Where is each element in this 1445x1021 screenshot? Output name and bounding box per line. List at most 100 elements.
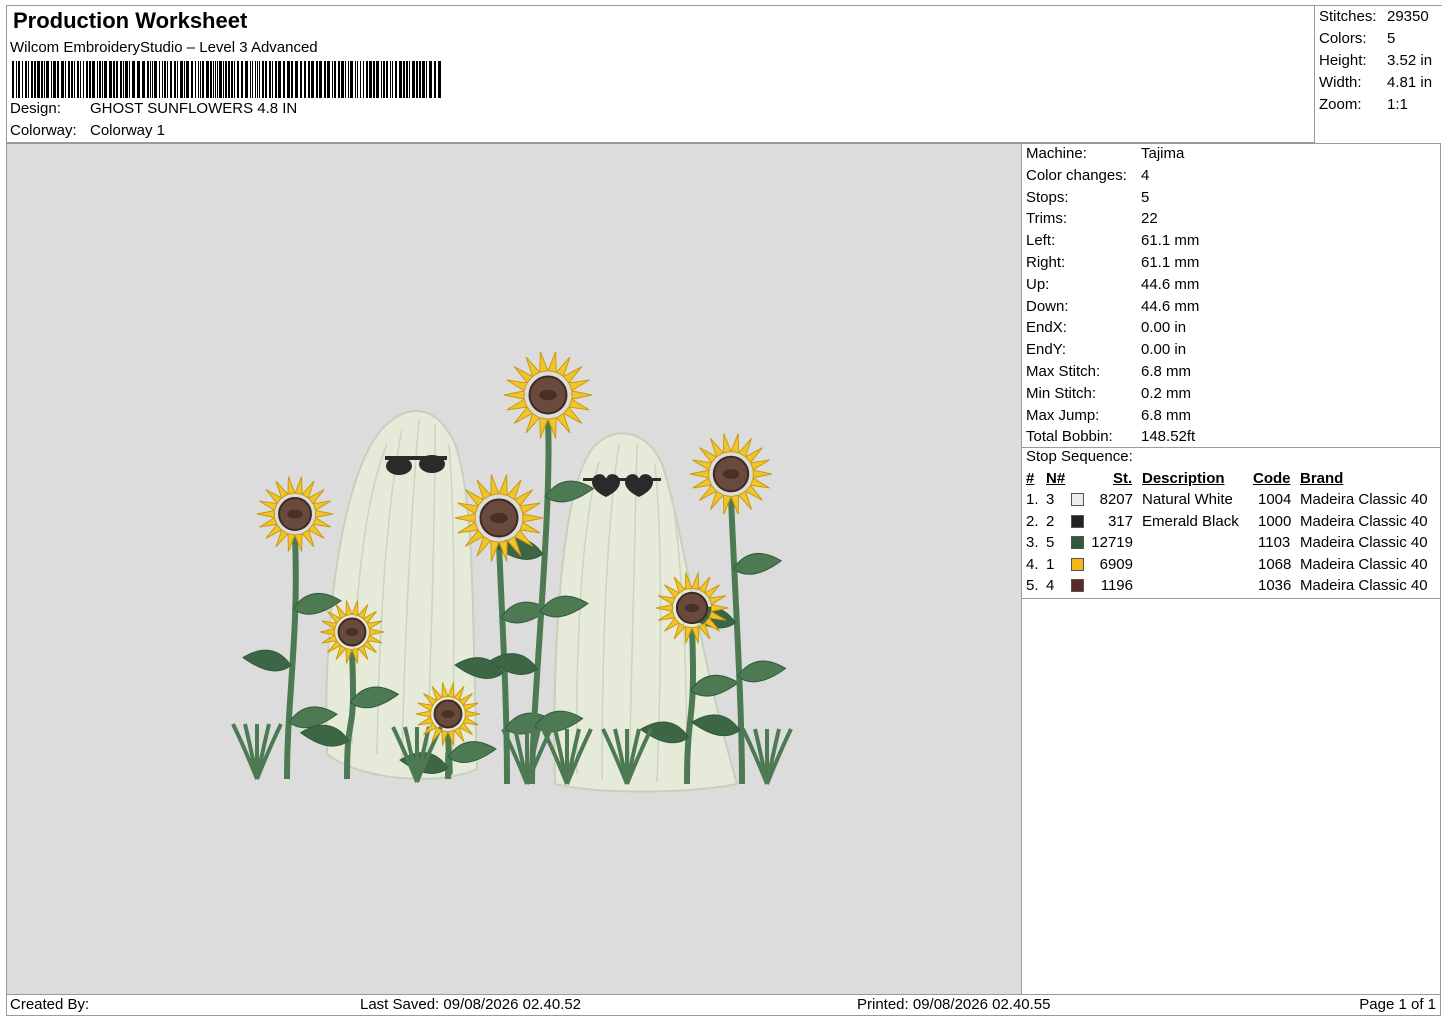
stop-code: 1004 — [1258, 491, 1292, 508]
design-name: GHOST SUNFLOWERS 4.8 IN — [90, 100, 298, 117]
barcode-bar — [132, 61, 135, 98]
petal — [539, 351, 549, 373]
color-swatch — [1071, 536, 1084, 550]
stop-needle: 4 — [1046, 577, 1055, 595]
petal — [259, 516, 278, 528]
col-header-index: # — [1026, 470, 1035, 487]
stop-brand: Madeira Classic 40 — [1300, 534, 1428, 552]
info-label: EndX: — [1026, 319, 1067, 337]
petal — [568, 379, 590, 392]
stop-stitches: 8207 — [1099, 491, 1133, 508]
petal — [275, 529, 289, 548]
barcode-bar — [419, 61, 421, 98]
barcode-bar — [12, 61, 14, 98]
barcode-bar — [80, 61, 81, 98]
barcode-bar — [366, 61, 368, 98]
barcode-bar — [341, 61, 344, 98]
barcode-bar — [68, 61, 70, 98]
col-header-code: Code — [1253, 470, 1291, 487]
barcode-bar — [219, 61, 222, 98]
barcode-bar — [167, 61, 168, 98]
stitches-row: Stitches: 29350 — [1319, 8, 1429, 25]
barcode-bar — [31, 61, 33, 98]
barcode-bar — [86, 61, 88, 98]
stop-brand: Madeira Classic 40 — [1300, 555, 1428, 573]
design-row: Design: GHOST SUNFLOWERS 4.8 IN — [10, 100, 297, 117]
info-value: 6.8 mm — [1141, 363, 1192, 380]
colorway-name: Colorway 1 — [90, 122, 166, 139]
barcode-bar — [319, 61, 322, 98]
barcode-bar — [272, 61, 273, 98]
width-row: Width: 4.81 in — [1319, 74, 1432, 91]
zoom-row: Zoom: 1:1 — [1319, 96, 1408, 113]
info-value: 6.8 mm — [1141, 406, 1192, 424]
petal — [519, 502, 541, 515]
height-row: Height: 3.52 in — [1319, 52, 1432, 69]
barcode-bar — [434, 61, 436, 98]
barcode-bar — [150, 61, 151, 98]
stem — [284, 536, 299, 780]
barcode-bar — [129, 61, 130, 98]
barcode-bar — [234, 61, 235, 98]
barcode-bar — [231, 61, 233, 98]
created-by: Created By: — [10, 996, 90, 1013]
barcode-bar — [308, 61, 310, 98]
info-label: Left: — [1026, 232, 1056, 250]
barcode-bar — [71, 61, 73, 98]
petal — [319, 628, 336, 636]
stop-needle: 5 — [1046, 534, 1055, 552]
info-row: Max Jump: 6.8 mm — [1026, 407, 1191, 424]
barcode-bar — [215, 61, 216, 98]
petal — [301, 529, 315, 548]
info-row: Right: 61.1 mm — [1026, 254, 1199, 271]
barcode-bar — [159, 61, 160, 98]
color-swatch — [1071, 493, 1084, 506]
barcode-bar — [386, 61, 388, 98]
info-value: 4 — [1141, 166, 1150, 184]
petal — [738, 438, 752, 458]
stop-code: 1103 — [1258, 534, 1291, 552]
barcode-bar — [83, 61, 84, 98]
barcode-bar — [28, 61, 29, 98]
barcode-bar — [44, 61, 45, 98]
barcode-bar — [412, 61, 415, 98]
barcode-bar — [426, 61, 427, 98]
stop-sequence-title: Stop Sequence: — [1026, 448, 1133, 465]
barcode-bar — [223, 61, 224, 98]
barcode-bar — [37, 61, 40, 98]
stop-code: 1000 — [1258, 512, 1292, 530]
petal — [689, 469, 710, 479]
petal — [571, 390, 593, 400]
barcode-bar — [255, 61, 256, 98]
info-label: Right: — [1026, 254, 1066, 271]
info-value: Tajima — [1141, 145, 1185, 162]
barcode-bar — [399, 61, 402, 98]
barcode-bar — [162, 61, 163, 98]
barcode-bar — [57, 61, 59, 98]
barcode-bar — [152, 61, 153, 98]
design-label: Design: — [10, 100, 61, 117]
barcode-bar — [269, 61, 271, 98]
barcode-bar — [257, 61, 258, 98]
col-header-stitches: St. — [1113, 470, 1133, 487]
info-row: Min Stitch: 0.2 mm — [1026, 385, 1191, 402]
design-preview — [6, 143, 1022, 995]
petal — [708, 595, 727, 606]
barcode-bar — [65, 61, 66, 98]
barcode-bar — [51, 61, 52, 98]
barcode-bar — [34, 61, 36, 98]
stitches-value: 29350 — [1387, 8, 1429, 25]
petal — [490, 474, 500, 496]
petal — [287, 476, 296, 495]
colors-label: Colors: — [1319, 30, 1367, 47]
petal — [555, 412, 571, 434]
info-value: 0.00 in — [1141, 341, 1187, 359]
barcode-bar — [278, 61, 281, 98]
barcode-bar — [250, 61, 251, 98]
barcode-bar — [381, 61, 382, 98]
worksheet-header: Production Worksheet Wilcom EmbroiderySt… — [6, 5, 1315, 143]
petal — [698, 576, 711, 594]
barcode-bar — [217, 61, 218, 98]
stop-index: 3. — [1026, 534, 1039, 552]
barcode-bar — [363, 61, 364, 98]
